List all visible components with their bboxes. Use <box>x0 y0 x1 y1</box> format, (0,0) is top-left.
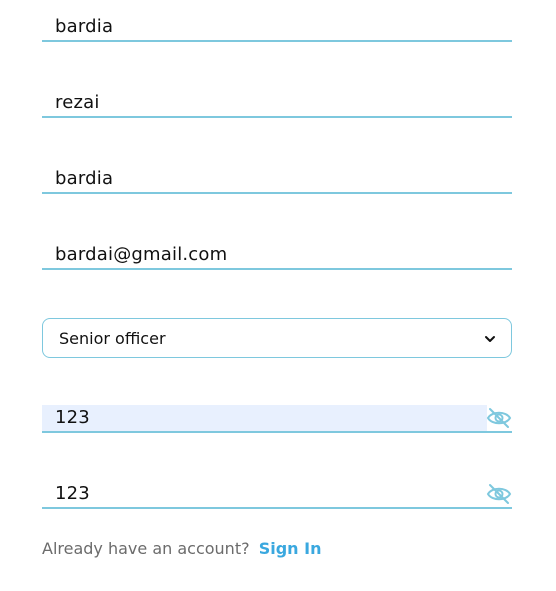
role-select[interactable]: Senior officer <box>42 318 512 358</box>
signin-prompt: Already have an account? Sign In <box>42 539 321 558</box>
eye-off-icon[interactable] <box>486 483 512 505</box>
chevron-down-icon <box>485 336 495 342</box>
email-field[interactable]: bardai@gmail.com <box>42 242 512 270</box>
role-select-value: Senior officer <box>59 329 166 348</box>
last-name-value: rezai <box>55 92 100 113</box>
first-name-value: bardia <box>55 16 114 37</box>
username-value: bardia <box>55 168 114 189</box>
last-name-field[interactable]: rezai <box>42 90 512 118</box>
confirm-password-field[interactable]: 123 <box>42 481 512 509</box>
signin-prompt-text: Already have an account? <box>42 539 250 558</box>
confirm-password-value: 123 <box>55 483 90 504</box>
autofill-background <box>42 405 487 431</box>
password-field[interactable]: 123 <box>42 405 512 433</box>
first-name-field[interactable]: bardia <box>42 14 512 42</box>
password-value: 123 <box>55 407 90 428</box>
email-value: bardai@gmail.com <box>55 244 228 265</box>
eye-off-icon[interactable] <box>486 407 512 429</box>
username-field[interactable]: bardia <box>42 166 512 194</box>
sign-in-link[interactable]: Sign In <box>259 539 322 558</box>
